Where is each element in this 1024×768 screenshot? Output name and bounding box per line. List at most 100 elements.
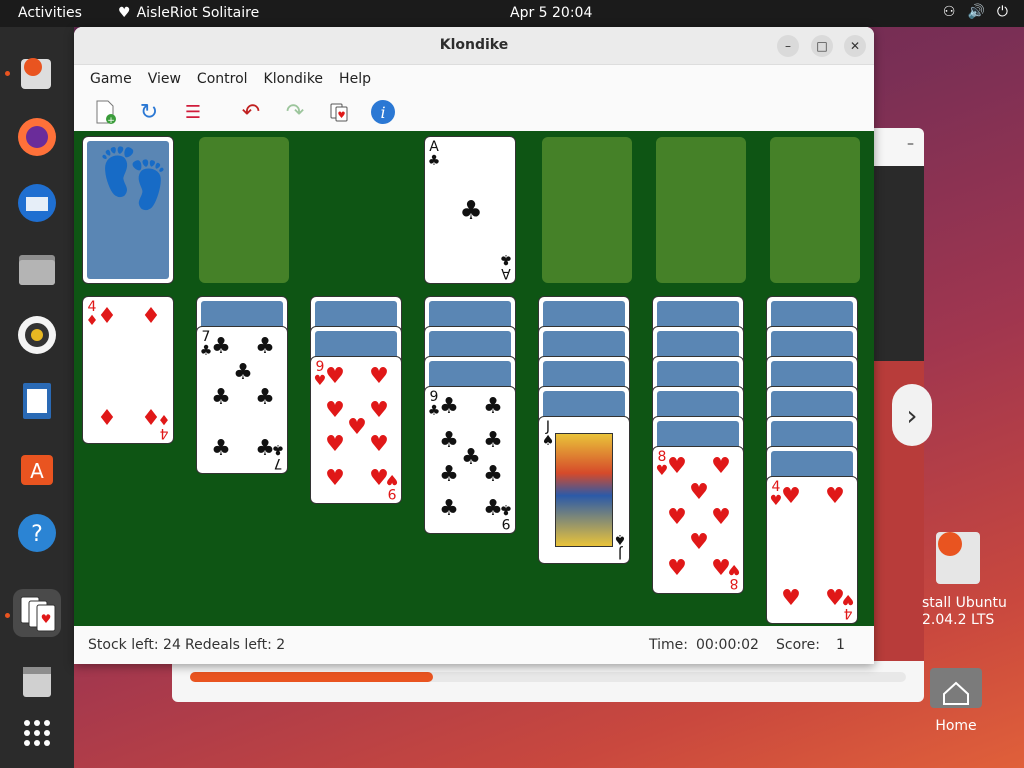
dock-installer[interactable]: [13, 47, 61, 95]
new-game-button[interactable]: +: [88, 97, 122, 127]
foundation-2[interactable]: [542, 137, 632, 283]
card-pip: ♣: [439, 394, 459, 419]
installer-label-line-2: 2.04.2 LTS: [922, 612, 995, 628]
tableau-card-2[interactable]: 7 ♣ ♣ ♣ ♣ ♣ ♣ ♣ ♣ 7 ♣: [196, 326, 288, 474]
dock-thunderbird[interactable]: [13, 179, 61, 227]
card-pip: ♦: [141, 304, 161, 329]
card-rank: 4: [159, 425, 169, 441]
menu-help[interactable]: Help: [331, 71, 379, 87]
activities-button[interactable]: Activities: [18, 5, 82, 21]
help-icon: ?: [18, 514, 56, 552]
card-pip: ♥: [369, 364, 389, 389]
waste-slot[interactable]: [199, 137, 289, 283]
svg-text:+: +: [107, 116, 115, 125]
menu-view[interactable]: View: [140, 71, 189, 87]
dock-software[interactable]: A: [13, 443, 61, 491]
foundation-4[interactable]: [770, 137, 860, 283]
cards-icon: ♥: [20, 596, 56, 632]
writer-icon: [23, 383, 51, 419]
maximize-icon: □: [816, 39, 828, 53]
select-game-button[interactable]: ☰: [176, 97, 210, 127]
desktop-home-shortcut[interactable]: [926, 664, 986, 714]
jack-face-art: [555, 433, 613, 547]
stock-pile[interactable]: 👣: [82, 136, 174, 284]
tableau-card-1[interactable]: 4 ♦ ♦ ♦ ♦ ♦ 4 ♦: [82, 296, 174, 444]
menu-bar: Game View Control Klondike Help: [74, 65, 874, 93]
title-bar[interactable]: Klondike – □ ✕: [74, 27, 874, 65]
foundation-3[interactable]: [656, 137, 746, 283]
dock-writer[interactable]: [13, 377, 61, 425]
info-button[interactable]: i: [366, 97, 400, 127]
card-rank: 9: [387, 485, 397, 501]
card-pip: ♥: [711, 454, 731, 479]
list-icon: ☰: [184, 101, 202, 123]
dock-help[interactable]: ?: [13, 509, 61, 557]
system-menu[interactable]: ⚇ 🔊 ⏻: [943, 4, 1008, 20]
show-apps-button[interactable]: [13, 709, 61, 757]
tableau-card-4[interactable]: 9 ♣ ♣ ♣ ♣ ♣ ♣ ♣ ♣ ♣ ♣ 9 ♣: [424, 386, 516, 534]
card-corner-bottom: 8 ♥: [727, 561, 741, 591]
card-rank: A: [429, 139, 439, 155]
card-pip: ♥: [667, 505, 687, 530]
restart-button[interactable]: ↻: [132, 97, 166, 127]
card-rank: 9: [501, 515, 511, 531]
tableau-card-3[interactable]: 9 ♥ ♥ ♥ ♥ ♥ ♥ ♥ ♥ ♥ ♥ 9 ♥: [310, 356, 402, 504]
card-pip: ♣: [211, 436, 231, 461]
toolbar: + ↻ ☰ ↶ ↷ ♥ i: [74, 93, 874, 131]
svg-text:?: ?: [31, 522, 43, 547]
card-rank: 8: [729, 575, 739, 591]
menu-control[interactable]: Control: [189, 71, 256, 87]
time-value: 00:00:02: [696, 637, 759, 653]
card-corner-top: J ♠: [541, 420, 555, 448]
tableau-card-6[interactable]: 8 ♥ ♥ ♥ ♥ ♥ ♥ ♥ ♥ ♥ 8 ♥: [652, 446, 744, 594]
score-label: Score:: [776, 637, 820, 653]
desktop-installer-shortcut[interactable]: [926, 528, 986, 590]
app-menu[interactable]: ♥ AisleRiot Solitaire: [118, 5, 259, 21]
clock[interactable]: Apr 5 20:04: [510, 5, 592, 21]
dock-firefox[interactable]: [13, 113, 61, 161]
status-bar: Stock left: 24 Redeals left: 2 Time: 00:…: [74, 626, 874, 664]
score-value: 1: [836, 637, 845, 653]
redo-button[interactable]: ↷: [278, 97, 312, 127]
minimize-button[interactable]: –: [777, 35, 799, 57]
card-pip: ♣: [483, 428, 503, 453]
dock-solitaire[interactable]: ♥: [13, 589, 61, 637]
card-corner-top: A ♣: [427, 140, 441, 168]
card-pip: ♥: [325, 466, 345, 491]
card-pip: ♣: [255, 334, 275, 359]
maximize-button[interactable]: □: [811, 35, 833, 57]
next-slide-button[interactable]: ›: [892, 384, 932, 446]
undo-icon: ↶: [241, 99, 261, 125]
close-button[interactable]: ✕: [844, 35, 866, 57]
card-pip: ♥: [667, 556, 687, 581]
minimize-icon[interactable]: –: [907, 136, 914, 152]
hint-button[interactable]: ♥: [322, 97, 356, 127]
install-progress-fill: [190, 672, 434, 682]
card-pip: ♥: [347, 415, 367, 440]
dock-files[interactable]: [13, 245, 61, 293]
home-label: Home: [935, 718, 977, 734]
card-pip: ♣: [211, 334, 231, 359]
card-suit: ♣: [271, 441, 285, 457]
card-corner-bottom: 4 ♦: [157, 411, 171, 441]
card-pip: ♥: [325, 398, 345, 423]
card-rank: J: [545, 419, 551, 435]
undo-button[interactable]: ↶: [234, 97, 268, 127]
foundation-1[interactable]: A ♣ ♣ A ♣: [424, 136, 516, 284]
card-suit: ♥: [385, 471, 399, 487]
card-corner-bottom: J ♠: [613, 531, 627, 561]
gnome-foot-icon: 👣: [97, 144, 170, 212]
card-pip: ♣: [211, 385, 231, 410]
dock-rhythmbox[interactable]: [13, 311, 61, 359]
card-pip: ♥: [711, 505, 731, 530]
card-corner-bottom: 4 ♥: [841, 591, 855, 621]
card-corner-bottom: 9 ♥: [385, 471, 399, 501]
menu-klondike[interactable]: Klondike: [256, 71, 332, 87]
dock-trash[interactable]: [13, 657, 61, 705]
tableau-card-7[interactable]: 4 ♥ ♥ ♥ ♥ ♥ 4 ♥: [766, 476, 858, 624]
running-indicator: [5, 71, 10, 76]
card-suit: ♠: [541, 433, 555, 449]
tableau-card-5[interactable]: J ♠ J ♠: [538, 416, 630, 564]
menu-game[interactable]: Game: [82, 71, 140, 87]
hint-cards-icon: ♥: [330, 103, 348, 122]
